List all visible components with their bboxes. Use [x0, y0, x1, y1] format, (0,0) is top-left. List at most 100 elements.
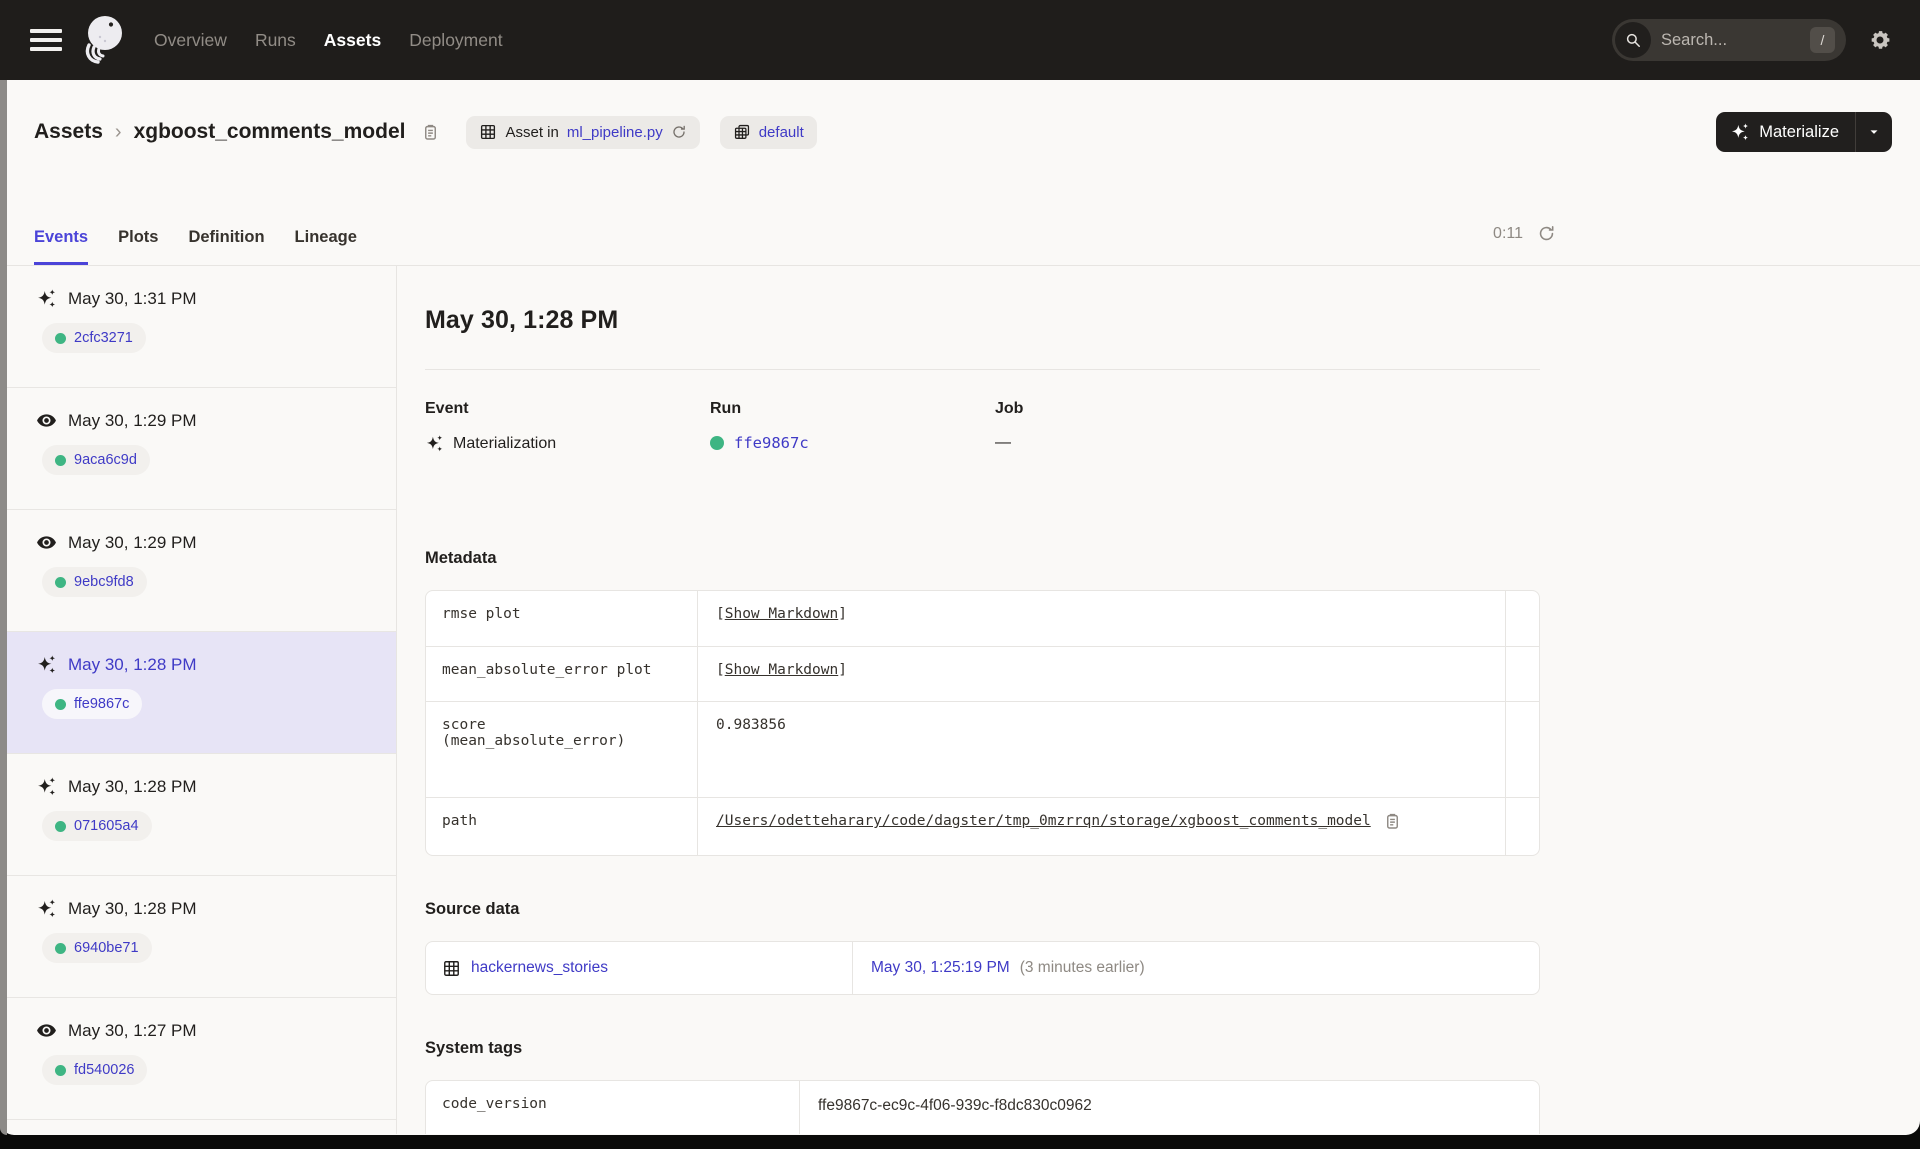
materialize-split-button: Materialize — [1716, 112, 1892, 152]
path-link[interactable]: /Users/odetteharary/code/dagster/tmp_0mz… — [716, 813, 1371, 829]
refresh-button[interactable] — [1537, 224, 1556, 243]
run-status-dot — [710, 436, 724, 450]
settings-button[interactable] — [1868, 28, 1892, 52]
dagster-logo[interactable] — [78, 12, 130, 68]
source-data-heading: Source data — [425, 900, 520, 918]
nav-item-assets[interactable]: Assets — [324, 30, 381, 51]
run-id-label: 6940be71 — [74, 940, 139, 956]
metadata-key: path — [426, 798, 698, 855]
metadata-key: mean_absolute_error plot — [426, 647, 698, 701]
bracket: ] — [838, 606, 847, 622]
run-id-label: 9aca6c9d — [74, 452, 137, 468]
run-id-badge[interactable]: fd540026 — [42, 1055, 148, 1085]
asset-location-badge[interactable]: Asset in ml_pipeline.py — [466, 115, 700, 149]
run-id-badge[interactable]: 071605a4 — [42, 811, 152, 841]
asset-location-prefix: Asset in — [505, 123, 559, 141]
run-id-badge[interactable]: 6940be71 — [42, 933, 152, 963]
tab-lineage[interactable]: Lineage — [295, 202, 357, 265]
observation-eye-icon — [37, 414, 56, 427]
asset-file-link[interactable]: ml_pipeline.py — [567, 124, 663, 141]
event-detail: May 30, 1:28 PM Event Materialization Ru… — [397, 266, 1920, 1134]
tab-definition[interactable]: Definition — [188, 202, 264, 265]
sparkle-icon — [1732, 123, 1749, 141]
run-status-dot — [55, 1064, 66, 1076]
nav-item-overview[interactable]: Overview — [154, 30, 227, 51]
bracket: [ — [716, 662, 725, 678]
metadata-heading: Metadata — [425, 549, 497, 567]
source-relative-time: (3 minutes earlier) — [1019, 959, 1145, 976]
materialization-sparkle-icon — [38, 655, 56, 674]
run-id-badge[interactable]: ffe9867c — [42, 689, 143, 719]
table-row: mean_absolute_error plot [Show Markdown] — [426, 646, 1539, 701]
search-input[interactable]: Search... / — [1612, 19, 1846, 61]
event-list-item[interactable]: May 30, 1:31 PM 2cfc3271 — [0, 266, 396, 388]
breadcrumb: Assets › xgboost_comments_model — [34, 120, 440, 144]
event-type-value: Materialization — [453, 434, 557, 452]
run-status-dot — [55, 698, 66, 710]
primary-nav: Overview Runs Assets Deployment — [154, 30, 503, 51]
run-id-badge[interactable]: 9aca6c9d — [42, 445, 150, 475]
copy-asset-name-icon[interactable] — [421, 123, 440, 142]
event-list-item-selected[interactable]: May 30, 1:28 PM ffe9867c — [0, 632, 396, 754]
materialize-dropdown-button[interactable] — [1855, 112, 1892, 152]
source-timestamp-link[interactable]: May 30, 1:25:19 PM — [871, 959, 1010, 977]
breadcrumb-assets-link[interactable]: Assets — [34, 120, 103, 144]
content: May 30, 1:31 PM 2cfc3271 May 30, 1:29 PM — [0, 266, 1920, 1134]
run-id-badge[interactable]: 9ebc9fd8 — [42, 567, 147, 597]
metadata-table: rmse plot [Show Markdown] mean_absolute_… — [425, 590, 1540, 856]
show-markdown-link[interactable]: Show Markdown — [725, 662, 839, 678]
metadata-value: 0.983856 — [716, 717, 786, 733]
run-column: Run ffe9867c — [710, 400, 995, 453]
refresh-countdown: 0:11 — [1493, 224, 1523, 242]
event-detail-title: May 30, 1:28 PM — [425, 306, 619, 334]
breadcrumb-separator: › — [114, 120, 122, 143]
system-tags-table: code_version ffe9867c-ec9c-4f06-939c-f8d… — [425, 1080, 1540, 1134]
table-row: code_version ffe9867c-ec9c-4f06-939c-f8d… — [426, 1081, 1539, 1134]
event-timestamp: May 30, 1:28 PM — [68, 898, 197, 918]
materialize-button[interactable]: Materialize — [1716, 112, 1855, 152]
source-asset-link[interactable]: hackernews_stories — [471, 959, 608, 977]
copy-path-icon[interactable] — [1383, 812, 1402, 831]
nav-item-runs[interactable]: Runs — [255, 30, 296, 51]
tab-plots[interactable]: Plots — [118, 202, 158, 265]
event-list-item[interactable]: May 30, 1:29 PM 9ebc9fd8 — [0, 510, 396, 632]
run-id-value: ffe9867c — [734, 434, 809, 452]
search-shortcut-badge: / — [1810, 27, 1835, 53]
event-list-item[interactable]: May 30, 1:28 PM 071605a4 — [0, 754, 396, 876]
event-timestamp: May 30, 1:31 PM — [68, 288, 197, 308]
run-status-dot — [55, 332, 66, 344]
run-id-label: 2cfc3271 — [74, 330, 133, 346]
job-label: Job — [995, 400, 1024, 417]
event-list-item[interactable]: May 30, 1:27 PM fd540026 — [0, 998, 396, 1120]
event-list-item[interactable]: May 30, 1:28 PM 6940be71 — [0, 876, 396, 998]
run-label: Run — [710, 400, 742, 417]
event-timestamp: May 30, 1:28 PM — [68, 654, 197, 674]
group-name-link[interactable]: default — [759, 124, 804, 141]
run-status-dot — [55, 942, 66, 954]
group-badge[interactable]: default — [719, 115, 817, 149]
tab-events[interactable]: Events — [34, 202, 89, 265]
event-label: Event — [425, 400, 469, 417]
event-list-item[interactable]: May 30, 1:29 PM 9aca6c9d — [0, 388, 396, 510]
menu-icon[interactable] — [30, 24, 62, 56]
table-row: rmse plot [Show Markdown] — [426, 591, 1539, 646]
reload-location-icon[interactable] — [671, 124, 687, 140]
run-link[interactable]: ffe9867c — [710, 434, 809, 452]
window-bottom-bar — [0, 1135, 1920, 1149]
asset-grid-icon — [481, 124, 496, 140]
top-nav: Overview Runs Assets Deployment Search..… — [0, 0, 1920, 80]
window-left-edge — [0, 80, 7, 1135]
page-header: Assets › xgboost_comments_model Asset in… — [34, 110, 1892, 154]
run-id-badge[interactable]: 2cfc3271 — [42, 323, 146, 353]
nav-item-deployment[interactable]: Deployment — [409, 30, 502, 51]
search-placeholder: Search... — [1661, 30, 1728, 49]
event-column: Event Materialization — [425, 400, 710, 453]
page: Assets › xgboost_comments_model Asset in… — [0, 80, 1920, 1135]
show-markdown-link[interactable]: Show Markdown — [725, 606, 839, 622]
table-row: hackernews_stories May 30, 1:25:19 PM (3… — [426, 942, 1539, 994]
observation-eye-icon — [37, 1024, 56, 1037]
metadata-key: score (mean_absolute_error) — [426, 702, 698, 797]
event-timestamp: May 30, 1:28 PM — [68, 776, 197, 796]
system-tag-value: ffe9867c-ec9c-4f06-939c-f8dc830c0962 — [818, 1097, 1092, 1114]
run-id-label: ffe9867c — [74, 696, 130, 712]
